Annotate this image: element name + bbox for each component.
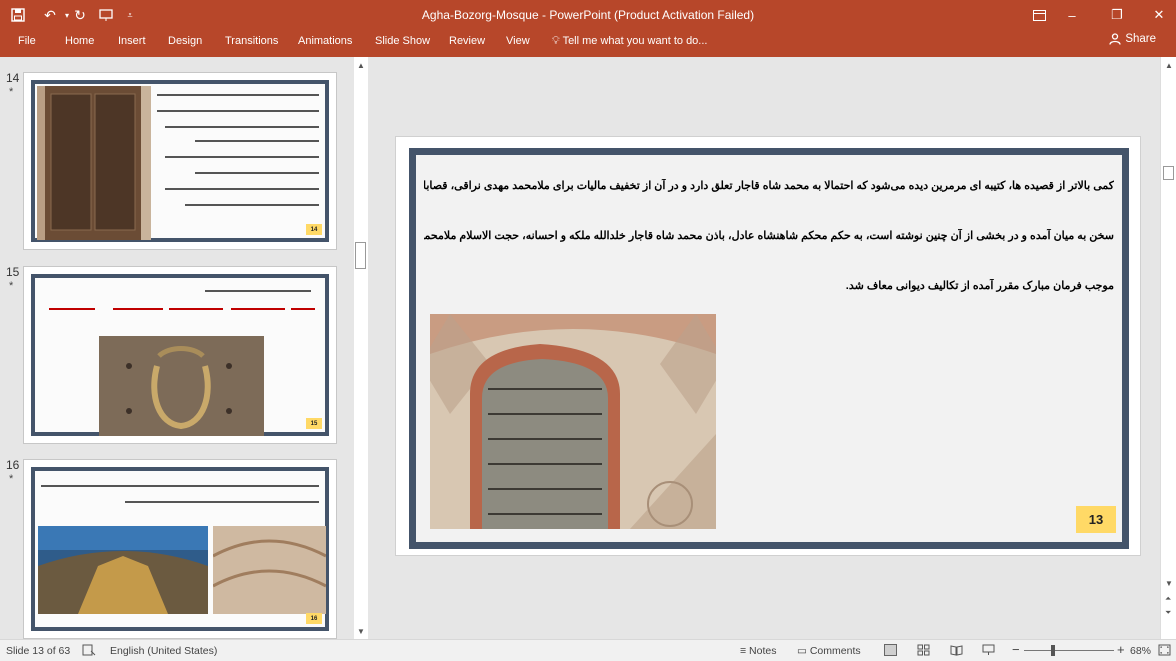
thumbnail-slide-16[interactable]: 16 (23, 459, 337, 639)
thumbnail-page-badge: 15 (306, 418, 322, 429)
share-button[interactable]: Share (1109, 33, 1156, 45)
share-label: Share (1125, 33, 1156, 45)
zoom-slider[interactable] (1024, 650, 1114, 651)
scroll-up-icon[interactable]: ▲ (1165, 61, 1173, 70)
slide-sorter-icon[interactable] (917, 644, 930, 659)
comments-label: Comments (809, 645, 861, 657)
slide-paragraph-line[interactable]: کمی بالاتر از قصیده ها، کتیبه ای مرمرین … (424, 179, 1114, 192)
editor-scrollbar[interactable]: ▲ ▼ ⏶ ⏷ (1160, 57, 1176, 639)
slide-page-number: 13 (1076, 506, 1116, 533)
animation-indicator: * (9, 280, 14, 292)
thumbnail-frame: 16 (31, 467, 329, 631)
comments-button[interactable]: ▭ Comments (797, 645, 861, 657)
door-image (37, 86, 151, 240)
window-title: Agha-Bozorg-Mosque - PowerPoint (Product… (421, 8, 755, 22)
tell-me-box[interactable]: 💡︎ Tell me what you want to do... (552, 35, 707, 48)
title-bar: ↶ ▾ ↻ ⩡ Agha-Bozorg-Mosque - PowerPoint … (0, 0, 1176, 30)
spellcheck-icon[interactable] (82, 644, 96, 659)
thumbnail-page-badge: 16 (306, 613, 322, 624)
muqarnas-image (38, 526, 208, 614)
person-icon (1109, 33, 1121, 45)
language-indicator[interactable]: English (United States) (110, 645, 217, 657)
zoom-in-button[interactable]: + (1117, 642, 1125, 657)
thumbnail-number: 16 (6, 458, 20, 472)
fit-to-window-icon[interactable] (1158, 644, 1171, 659)
thumbnail-frame: 14 (31, 80, 329, 242)
zoom-slider-thumb[interactable] (1051, 645, 1055, 656)
thumbnail-slide-15[interactable]: 15 (23, 266, 337, 444)
animation-indicator: * (9, 473, 14, 485)
slide-thumbnail-panel: 14 * 14 15 * 15 16 * 16 ▲ ▼ (0, 57, 370, 639)
notes-button[interactable]: ≡ Notes (740, 645, 776, 657)
scrollbar-thumb[interactable] (355, 242, 366, 269)
notes-label: Notes (749, 645, 777, 657)
thumbnail-number: 14 (6, 71, 20, 85)
tab-animations[interactable]: Animations (298, 35, 352, 47)
tell-me-text: Tell me what you want to do... (562, 35, 708, 47)
status-bar: Slide 13 of 63 English (United States) ≡… (0, 639, 1176, 661)
tab-slide-show[interactable]: Slide Show (375, 35, 430, 47)
thumbnail-frame: 15 (31, 274, 329, 436)
thumbnail-slide-14[interactable]: 14 (23, 72, 337, 250)
thumbnail-scrollbar[interactable] (354, 57, 368, 639)
slide-canvas[interactable]: کمی بالاتر از قصیده ها، کتیبه ای مرمرین … (395, 136, 1141, 556)
scroll-down-icon[interactable]: ▼ (1165, 579, 1173, 588)
next-slide-icon[interactable]: ⏷ (1165, 608, 1171, 618)
notes-icon: ≡ (740, 645, 750, 657)
minimize-button[interactable]: – (1061, 6, 1083, 24)
slideshow-view-icon[interactable] (982, 644, 995, 659)
tab-home[interactable]: Home (65, 35, 94, 47)
close-button[interactable]: ✕ (1148, 6, 1170, 24)
restore-button[interactable]: ❐ (1106, 6, 1128, 24)
scrollbar-thumb[interactable] (1163, 166, 1174, 180)
slide-paragraph-line[interactable]: موجب فرمان مبارک مقرر آمده از تکالیف دیو… (424, 279, 1114, 292)
thumbnail-number: 15 (6, 265, 20, 279)
comment-icon: ▭ (797, 645, 810, 657)
tab-review[interactable]: Review (449, 35, 485, 47)
thumbnail-page-badge: 14 (306, 224, 322, 235)
lightbulb-icon: 💡︎ (552, 35, 560, 47)
slide-frame: کمی بالاتر از قصیده ها، کتیبه ای مرمرین … (409, 148, 1129, 549)
slide-paragraph-line[interactable]: سخن به میان آمده و در بخشی از آن چنین نو… (424, 229, 1114, 242)
tab-design[interactable]: Design (168, 35, 202, 47)
ribbon-display-options-icon[interactable] (1028, 6, 1050, 24)
animation-indicator: * (9, 86, 14, 98)
previous-slide-icon[interactable]: ⏶ (1165, 594, 1171, 604)
ribbon-tabs: File Home Insert Design Transitions Anim… (0, 30, 1176, 57)
tab-file[interactable]: File (18, 35, 36, 47)
scroll-down-icon[interactable]: ▼ (357, 627, 365, 636)
scroll-up-icon[interactable]: ▲ (357, 61, 365, 70)
normal-view-icon[interactable] (884, 644, 897, 656)
slide-counter: Slide 13 of 63 (6, 645, 71, 657)
tab-transitions[interactable]: Transitions (225, 35, 278, 47)
tab-insert[interactable]: Insert (118, 35, 146, 47)
door-knocker-image (99, 336, 264, 436)
ceiling-image (213, 526, 326, 614)
tab-view[interactable]: View (506, 35, 530, 47)
zoom-level[interactable]: 68% (1130, 645, 1151, 657)
inscription-photo[interactable] (430, 314, 716, 529)
zoom-out-button[interactable]: − (1012, 642, 1020, 657)
reading-view-icon[interactable] (950, 644, 963, 659)
